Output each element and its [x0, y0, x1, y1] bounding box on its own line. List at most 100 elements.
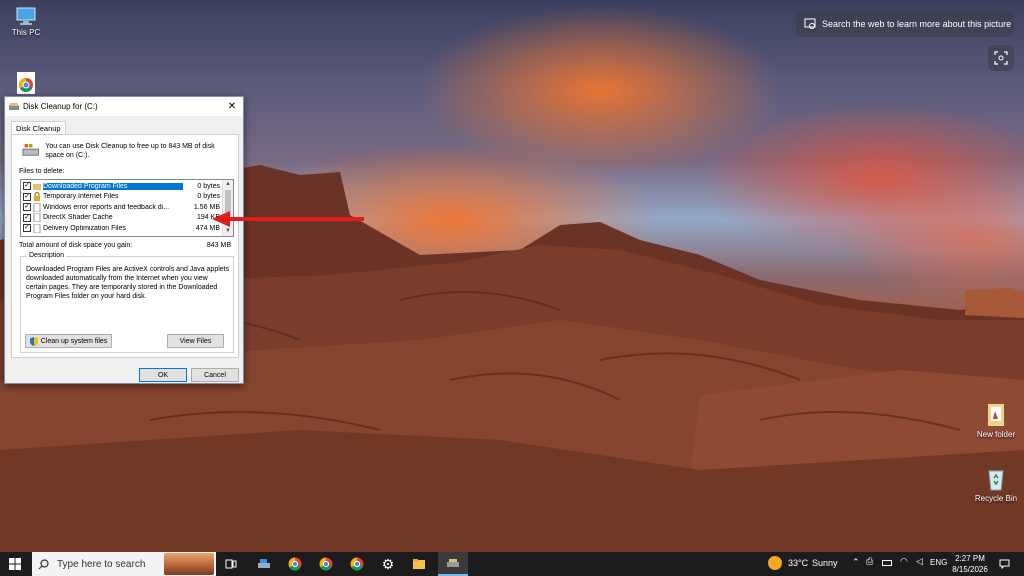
checkbox[interactable]: ✓	[23, 203, 31, 212]
monitor-icon	[16, 7, 36, 25]
search-placeholder: Type here to search	[57, 558, 146, 570]
button-label: View Files	[179, 337, 212, 345]
dialog-titlebar[interactable]: Disk Cleanup for (C:) ✕	[5, 97, 243, 116]
clock-time: 2:27 PM	[955, 554, 985, 563]
document-icon	[33, 223, 41, 233]
lens-capture-button[interactable]	[988, 45, 1014, 71]
file-size: 0 bytes	[197, 182, 220, 190]
list-item[interactable]: ✓ DirectX Shader Cache 194 KB	[21, 213, 223, 224]
recycle-bin-icon	[988, 470, 1004, 491]
taskbar-app-chrome-3[interactable]	[345, 552, 369, 576]
lock-icon	[34, 192, 40, 202]
windows-logo-icon	[9, 558, 21, 570]
file-name: Delivery Optimization Files	[43, 224, 126, 232]
list-item[interactable]: ✓ Delivery Optimization Files 474 MB	[21, 223, 223, 234]
file-name: Windows error reports and feedback di...	[43, 203, 170, 211]
ok-button[interactable]: OK	[139, 368, 187, 382]
clean-up-system-files-button[interactable]: Clean up system files	[25, 334, 112, 348]
red-arrow-annotation	[212, 211, 364, 227]
file-name: Temporary Internet Files	[43, 193, 119, 201]
list-item[interactable]: ✓ Windows error reports and feedback di.…	[21, 202, 223, 213]
checkbox[interactable]: ✓	[23, 213, 31, 222]
button-label: OK	[157, 371, 169, 379]
taskbar-app-chrome-1[interactable]	[283, 552, 307, 576]
list-item[interactable]: ✓ Downloaded Program Files 0 bytes	[21, 181, 223, 192]
gear-icon: ⚙	[381, 555, 395, 572]
taskbar-app-chrome-2[interactable]	[314, 552, 338, 576]
tab-disk-cleanup[interactable]: Disk Cleanup	[11, 121, 66, 135]
desktop-icon-new-folder[interactable]: New folder	[968, 402, 1024, 439]
volume-icon[interactable]: ◁	[916, 556, 923, 567]
language-indicator[interactable]: ENG	[930, 558, 947, 567]
drive-icon	[22, 143, 39, 156]
document-icon	[33, 213, 41, 223]
scroll-down-icon[interactable]: ▼	[223, 227, 233, 236]
checkbox[interactable]: ✓	[23, 182, 31, 191]
shield-icon	[29, 336, 38, 346]
total-row: Total amount of disk space you gain: 843…	[19, 242, 231, 249]
chrome-icon	[17, 72, 35, 94]
task-view-button[interactable]	[222, 552, 240, 576]
folder-icon	[988, 404, 1004, 426]
network-icon[interactable]: ⎙	[866, 556, 873, 567]
files-to-delete-label: Files to delete:	[19, 168, 65, 175]
button-label: Cancel	[204, 371, 226, 379]
disk-cleanup-dialog: Disk Cleanup for (C:) ✕ Disk Cleanup You…	[4, 96, 244, 384]
close-icon: ✕	[227, 101, 237, 112]
folder-icon	[33, 183, 41, 190]
taskbar-app-settings[interactable]: ⚙	[376, 552, 400, 576]
scroll-up-icon[interactable]: ▲	[223, 180, 233, 189]
file-name: DirectX Shader Cache	[43, 214, 113, 222]
tab-panel: You can use Disk Cleanup to free up to 8…	[11, 134, 239, 358]
scan-icon	[994, 51, 1008, 65]
description-label: Description	[27, 252, 67, 259]
desktop-icon-recycle-bin[interactable]: Recycle Bin	[968, 466, 1024, 503]
task-view-icon	[225, 559, 237, 569]
desktop-icon-label: This PC	[11, 28, 41, 37]
file-size: 0 bytes	[197, 193, 220, 201]
desktop-icon-label: New folder	[976, 430, 1016, 439]
chevron-up-icon[interactable]: ⌃	[852, 557, 860, 568]
close-button[interactable]: ✕	[221, 97, 243, 116]
chrome-icon	[288, 557, 302, 571]
total-value: 843 MB	[206, 242, 231, 249]
weather-icon	[768, 556, 782, 570]
search-icon	[38, 558, 49, 569]
taskbar-app-disk[interactable]	[252, 552, 276, 576]
notification-icon	[999, 559, 1009, 569]
chrome-icon	[319, 557, 333, 571]
document-icon	[33, 202, 41, 212]
desktop-icon-this-pc[interactable]: This PC	[0, 6, 54, 37]
battery-icon[interactable]	[882, 560, 892, 566]
image-search-icon	[804, 18, 816, 29]
cancel-button[interactable]: Cancel	[191, 368, 239, 382]
taskbar-search-box[interactable]: Type here to search	[32, 552, 216, 576]
clock-date: 8/15/2026	[952, 565, 988, 574]
taskbar-app-file-explorer[interactable]	[407, 552, 431, 576]
description-text: Downloaded Program Files are ActiveX con…	[26, 266, 230, 300]
checkbox[interactable]: ✓	[23, 192, 31, 201]
view-files-button[interactable]: View Files	[167, 334, 224, 348]
desktop-icon-label: Recycle Bin	[974, 494, 1018, 503]
drive-icon	[258, 559, 270, 568]
wifi-icon[interactable]: ◠	[900, 556, 908, 567]
file-name: Downloaded Program Files	[43, 182, 183, 190]
checkbox[interactable]: ✓	[23, 224, 31, 233]
taskbar-app-disk-cleanup[interactable]	[438, 552, 468, 576]
disk-cleanup-icon	[447, 559, 459, 567]
search-highlight-image	[164, 553, 214, 575]
clock[interactable]: 2:27 PM 8/15/2026	[950, 553, 990, 575]
chrome-icon	[350, 557, 364, 571]
weather-temp[interactable]: 33°C	[788, 558, 808, 568]
weather-text[interactable]: Sunny	[812, 558, 838, 568]
button-label: Clean up system files	[40, 337, 108, 345]
folder-icon	[413, 559, 425, 569]
visual-search-button[interactable]: Search the web to learn more about this …	[796, 11, 1014, 37]
total-label: Total amount of disk space you gain:	[19, 242, 133, 249]
list-item[interactable]: ✓ Temporary Internet Files 0 bytes	[21, 192, 223, 203]
dialog-title: Disk Cleanup for (C:)	[23, 102, 98, 111]
start-button[interactable]	[0, 552, 30, 576]
notification-button[interactable]	[994, 552, 1014, 576]
files-list[interactable]: ✓ Downloaded Program Files 0 bytes ✓ Tem…	[20, 179, 234, 237]
desktop-icon-chrome[interactable]	[0, 72, 54, 96]
